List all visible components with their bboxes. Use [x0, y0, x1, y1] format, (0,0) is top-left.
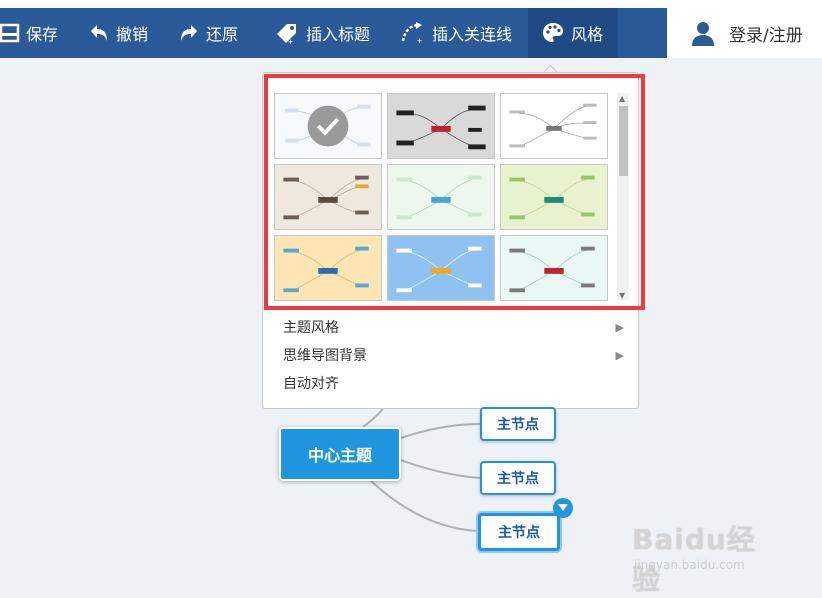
main-node-label: 主节点: [497, 471, 539, 487]
toolbar: 保存 撤销 还原 + 插入标题 + 插入关连线 风格 登录/注册: [0, 8, 822, 58]
main-node[interactable]: 主节点: [480, 407, 556, 441]
center-topic-node[interactable]: 中心主题: [279, 427, 401, 481]
menu-item-auto-align[interactable]: 自动对齐: [263, 369, 636, 397]
baidu-watermark: Baidu经验 jingyan.baidu.com: [632, 518, 782, 596]
undo-label: 撤销: [116, 25, 149, 44]
undo-icon: [88, 22, 110, 44]
main-node-selected[interactable]: 主节点: [478, 513, 560, 551]
login-label: 登录/注册: [729, 25, 803, 46]
chevron-right-icon: ▶: [615, 348, 624, 362]
redo-icon: [178, 22, 200, 44]
center-topic-label: 中心主题: [307, 446, 372, 465]
menu-item-background[interactable]: 思维导图背景 ▶: [263, 341, 636, 369]
watermark-url: jingyan.baidu.com: [634, 558, 745, 572]
insert-title-button[interactable]: + 插入标题: [274, 8, 384, 58]
svg-text:+: +: [417, 36, 422, 45]
triangle-down-icon: [558, 504, 568, 511]
tag-icon: +: [274, 21, 300, 45]
main-node-label: 主节点: [497, 417, 539, 433]
chevron-right-icon: ▶: [615, 320, 624, 334]
undo-button[interactable]: 撤销: [88, 8, 158, 58]
curve-link-icon: +: [400, 21, 426, 45]
menu-item-label: 主题风格: [283, 320, 339, 336]
login-button[interactable]: 登录/注册: [667, 8, 822, 58]
redo-button[interactable]: 还原: [178, 8, 248, 58]
save-label: 保存: [26, 25, 59, 44]
style-button[interactable]: 风格: [528, 8, 618, 58]
menu-item-theme-style[interactable]: 主题风格 ▶: [263, 313, 636, 341]
insert-title-label: 插入标题: [306, 25, 371, 44]
main-node[interactable]: 主节点: [480, 461, 556, 495]
theme-highlight-box: [264, 74, 645, 310]
menu-item-label: 自动对齐: [283, 376, 339, 392]
insert-link-button[interactable]: + 插入关连线: [400, 8, 518, 58]
palette-icon: [541, 21, 565, 45]
save-icon: [0, 23, 20, 43]
redo-label: 还原: [206, 25, 239, 44]
main-node-label: 主节点: [498, 525, 540, 541]
collapse-toggle[interactable]: [553, 498, 573, 518]
insert-link-label: 插入关连线: [432, 25, 513, 44]
user-icon: [689, 19, 717, 47]
top-strip: [0, 0, 822, 8]
menu-item-label: 思维导图背景: [283, 348, 367, 364]
svg-text:+: +: [288, 37, 293, 45]
style-label: 风格: [571, 25, 604, 44]
save-button[interactable]: 保存: [0, 8, 72, 58]
